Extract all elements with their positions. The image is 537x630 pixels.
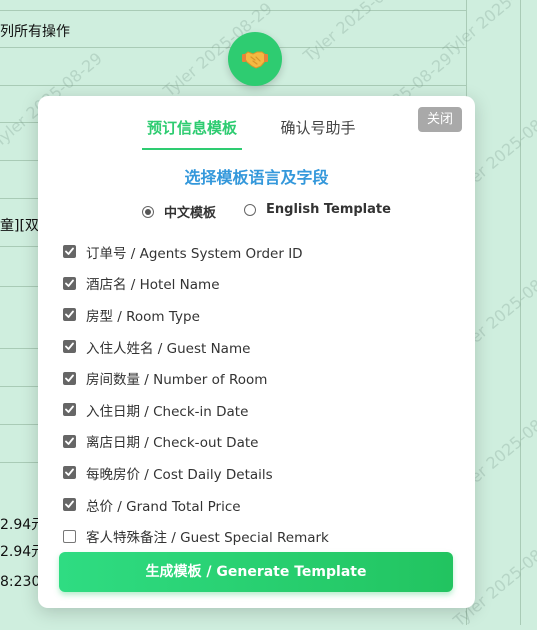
checkbox[interactable] <box>63 498 76 512</box>
checkbox[interactable] <box>63 403 76 417</box>
language-selector: 中文模板 English Template <box>38 202 475 222</box>
field-option[interactable]: 入住人姓名 / Guest Name <box>63 331 453 363</box>
template-modal: 关闭 预订信息模板 确认号助手 选择模板语言及字段 中文模板 English T… <box>38 96 475 608</box>
generate-template-button[interactable]: 生成模板 / Generate Template <box>59 552 453 592</box>
field-option[interactable]: 酒店名 / Hotel Name <box>63 268 453 300</box>
field-option[interactable]: 每晚房价 / Cost Daily Details <box>63 457 453 489</box>
field-label: 订单号 / Agents System Order ID <box>86 245 303 262</box>
field-option[interactable]: 离店日期 / Check-out Date <box>63 426 453 458</box>
section-title: 选择模板语言及字段 <box>184 168 329 187</box>
tab-booking-template[interactable]: 预订信息模板 <box>142 118 242 150</box>
field-option[interactable]: 入住日期 / Check-in Date <box>63 394 453 426</box>
language-option-english[interactable]: English Template <box>244 202 391 217</box>
field-label: 房型 / Room Type <box>86 308 200 325</box>
table-row-divider <box>0 10 467 11</box>
tab-bar: 预订信息模板 确认号助手 <box>38 112 475 150</box>
field-label: 酒店名 / Hotel Name <box>86 277 220 294</box>
table-row-divider <box>0 85 467 86</box>
language-option-chinese[interactable]: 中文模板 <box>142 202 216 221</box>
field-label: 离店日期 / Check-out Date <box>86 435 259 452</box>
field-option[interactable]: 房间数量 / Number of Room <box>63 362 453 394</box>
checkbox[interactable] <box>63 308 76 322</box>
table-border <box>520 0 521 625</box>
checkbox[interactable] <box>63 340 76 354</box>
radio-button[interactable] <box>244 203 256 216</box>
tab-confirmation-helper[interactable]: 确认号助手 <box>268 118 368 138</box>
radio-button[interactable] <box>142 205 154 218</box>
checkbox[interactable] <box>63 466 76 480</box>
field-label: 入住日期 / Check-in Date <box>86 403 249 420</box>
field-label: 入住人姓名 / Guest Name <box>86 340 251 357</box>
field-option[interactable]: 订单号 / Agents System Order ID <box>63 236 453 268</box>
checkbox[interactable] <box>63 276 76 290</box>
checkbox[interactable] <box>63 245 76 259</box>
checkbox[interactable] <box>63 434 76 448</box>
field-checklist: 订单号 / Agents System Order ID 酒店名 / Hotel… <box>63 236 453 552</box>
assistant-toggle-button[interactable] <box>228 32 282 86</box>
field-label: 房间数量 / Number of Room <box>86 372 268 389</box>
field-label: 总价 / Grand Total Price <box>86 498 241 515</box>
language-option-label: 中文模板 <box>164 206 217 221</box>
checkbox[interactable] <box>63 529 76 543</box>
checkbox[interactable] <box>63 371 76 385</box>
field-label: 每晚房价 / Cost Daily Details <box>86 466 273 483</box>
field-option[interactable]: 房型 / Room Type <box>63 299 453 331</box>
field-label: 客人特殊备注 / Guest Special Remark <box>86 530 329 547</box>
language-option-label: English Template <box>266 202 391 217</box>
background-cell-text: 列所有操作 <box>0 24 70 40</box>
field-option[interactable]: 总价 / Grand Total Price <box>63 489 453 521</box>
handshake-icon <box>242 48 268 70</box>
field-option[interactable]: 客人特殊备注 / Guest Special Remark <box>63 520 453 552</box>
